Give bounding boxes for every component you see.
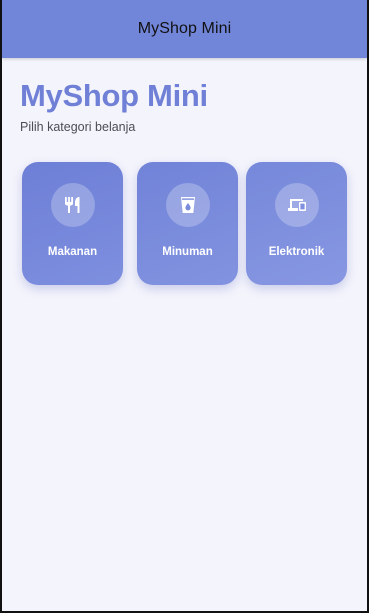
category-label: Elektronik [268, 245, 325, 258]
app-window: MyShop Mini MyShop Mini Pilih kategori b… [0, 0, 369, 613]
category-card-minuman[interactable]: Minuman [137, 161, 238, 285]
restaurant-icon [64, 196, 79, 213]
drink-icon [180, 196, 195, 213]
category-icon-badge [274, 182, 319, 227]
category-label: Minuman [162, 245, 213, 258]
category-icon-badge [165, 182, 210, 227]
app-bar-title: MyShop Mini [137, 20, 232, 37]
category-card-elektronik[interactable]: Elektronik [246, 161, 347, 285]
devices-icon [287, 198, 306, 211]
main-content: MyShop Mini Pilih kategori belanja Makan… [2, 58, 367, 288]
category-icon-badge [50, 182, 95, 227]
page-title: MyShop Mini [20, 78, 208, 113]
category-label: Makanan [47, 245, 98, 258]
app-bar: MyShop Mini [2, 0, 367, 58]
category-grid: Makanan Minuman Elektronik [20, 161, 367, 288]
category-card-makanan[interactable]: Makanan [22, 161, 123, 285]
page-subtitle: Pilih kategori belanja [20, 119, 136, 134]
